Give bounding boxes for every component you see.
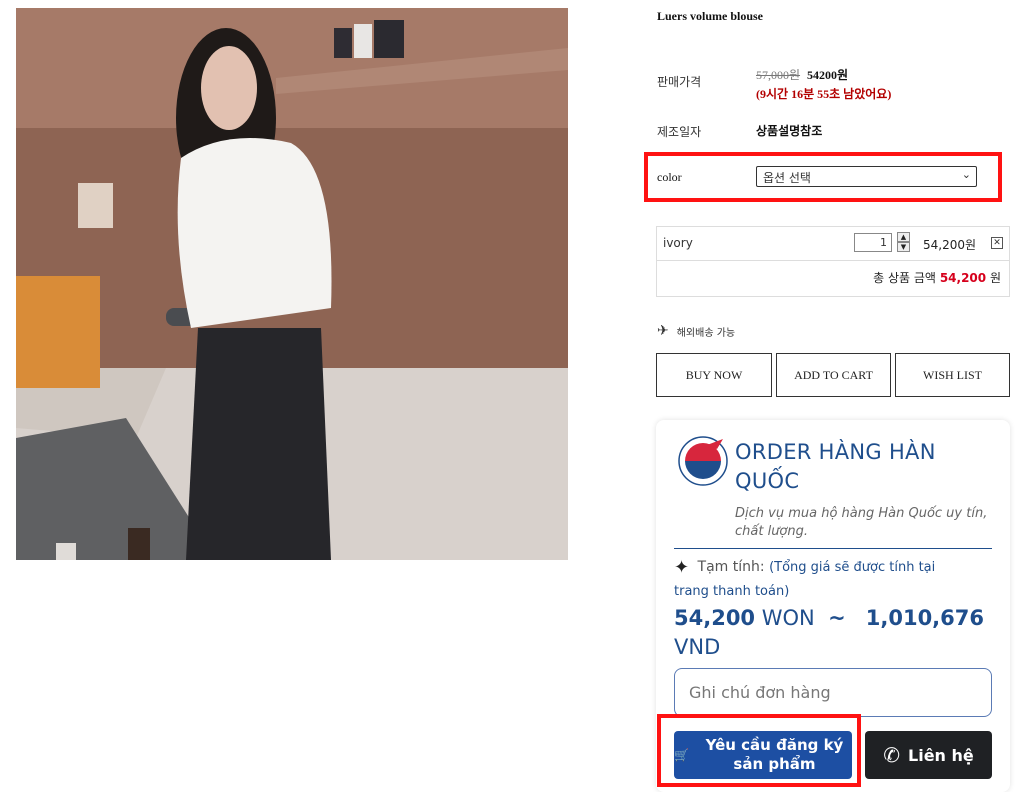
buy-now-button[interactable]: BUY NOW <box>656 353 772 397</box>
phone-icon: ✆ <box>883 743 901 767</box>
total-amount: 54,200 <box>939 271 987 285</box>
won-amount: 54,200 <box>674 606 756 630</box>
price-label: 판매가격 <box>657 75 702 89</box>
color-select[interactable]: 옵션 선택 ⌄ <box>756 166 977 187</box>
overseas-shipping: ✈ 해외배송 가능 <box>657 323 735 339</box>
sale-price: 54200원 <box>807 68 849 82</box>
product-title: Luers volume blouse <box>657 9 764 23</box>
product-page: Luers volume blouse 판매가격 57,000원 54200원 … <box>0 0 1024 792</box>
estimate-note-2: trang thanh toán) <box>674 584 790 599</box>
sale-countdown: (9시간 16분 55초 남았어요) <box>756 87 892 101</box>
price-block: 57,000원 54200원 (9시간 16분 55초 남았어요) <box>756 66 891 102</box>
manufacture-date-label: 제조일자 <box>657 125 702 139</box>
option-price: 54,200원 <box>923 238 977 252</box>
total-label: 총 상품 금액 <box>873 271 936 285</box>
request-product-label: Yêu cầu đăng ký sản phẩm <box>705 736 844 773</box>
converted-price: 54,200 WON ~ 1,010,676 VND <box>674 604 996 662</box>
color-label: color <box>657 170 682 184</box>
option-name: ivory <box>663 236 693 250</box>
quantity-down-button[interactable]: ▼ <box>897 242 910 252</box>
color-select-value: 옵션 선택 <box>763 171 811 185</box>
manufacture-date-value: 상품설명참조 <box>756 124 823 138</box>
remove-option-icon[interactable]: ✕ <box>991 237 1003 249</box>
vnd-amount: 1,010,676 <box>865 606 984 630</box>
airplane-icon: ✈ <box>657 323 669 339</box>
estimate-line: ✦ Tạm tính: (Tổng giá sẽ được tính tại t… <box>674 555 996 604</box>
option-divider <box>657 260 1009 261</box>
add-to-cart-button[interactable]: ADD TO CART <box>776 353 891 397</box>
vnd-unit: VND <box>674 635 721 659</box>
contact-label: Liên hệ <box>908 745 974 765</box>
contact-button[interactable]: ✆ Liên hệ <box>865 731 992 779</box>
cart-icon: 🛒 <box>674 747 689 762</box>
quantity-up-button[interactable]: ▲ <box>897 232 910 242</box>
order-heading: ORDER HÀNG HÀN QUỐC <box>735 440 936 493</box>
total-unit: 원 <box>989 271 1001 285</box>
estimate-label: Tạm tính: <box>697 559 765 575</box>
estimate-note-1: (Tổng giá sẽ được tính tại <box>769 560 936 575</box>
order-note-input[interactable]: Ghi chú đơn hàng <box>674 668 992 717</box>
quantity-input[interactable]: 1 <box>854 233 892 252</box>
tilde: ~ <box>828 606 846 630</box>
shipping-label: 해외배송 가능 <box>676 327 736 339</box>
sparkle-icon: ✦ <box>674 557 690 578</box>
chevron-down-icon: ⌄ <box>961 168 971 181</box>
total-line: 총 상품 금액 54,200 원 <box>873 269 1001 286</box>
won-unit: WON <box>761 606 815 630</box>
selected-option-box: ivory 1 ▲ ▼ 54,200원 ✕ 총 상품 금액 54,200 원 <box>656 226 1010 297</box>
product-photo <box>16 8 568 560</box>
order-subtitle: Dịch vụ mua hộ hàng Hàn Quốc uy tín, chấ… <box>735 506 988 539</box>
wish-list-button[interactable]: WISH LIST <box>895 353 1010 397</box>
card-divider <box>674 548 992 549</box>
quantity-stepper: ▲ ▼ <box>897 232 910 253</box>
original-price: 57,000원 <box>756 68 801 82</box>
brand-logo <box>677 435 729 487</box>
request-product-button[interactable]: 🛒 Yêu cầu đăng ký sản phẩm <box>674 731 852 779</box>
